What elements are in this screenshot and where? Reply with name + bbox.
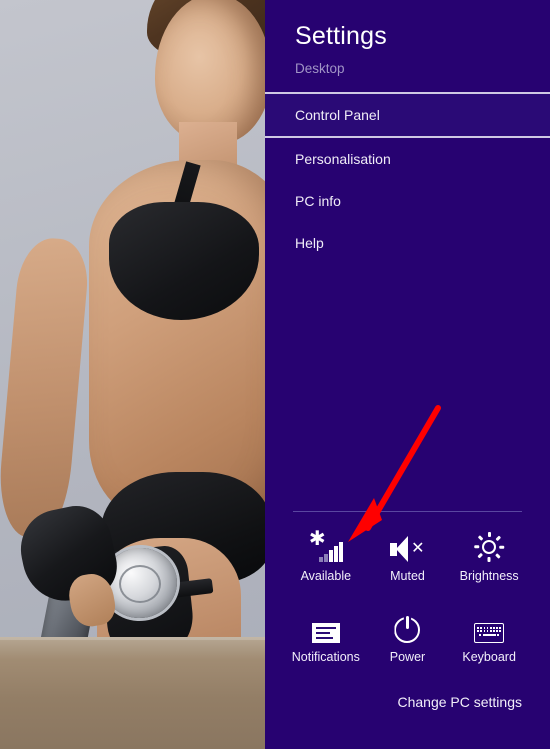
quick-action-network[interactable]: ✱ Available — [285, 528, 367, 583]
menu-item-label: Help — [295, 235, 324, 251]
sun-ray — [495, 535, 501, 541]
power-icon — [387, 609, 427, 643]
power-stem — [405, 616, 409, 629]
notifications-icon — [306, 609, 346, 643]
quick-action-brightness[interactable]: Brightness — [448, 528, 530, 583]
section-divider — [293, 511, 522, 512]
menu-item-help[interactable]: Help — [265, 222, 550, 264]
quick-action-label: Muted — [390, 569, 425, 583]
keyboard-icon — [469, 609, 509, 643]
wallpaper-figure-arm — [0, 235, 91, 541]
wallpaper-figure-disc-inner — [119, 565, 161, 603]
wallpaper-floor — [0, 637, 265, 749]
quick-action-label: Keyboard — [462, 650, 516, 664]
desktop-wallpaper — [0, 0, 265, 749]
menu-item-pc-info[interactable]: PC info — [265, 180, 550, 222]
charm-subtitle: Desktop — [295, 61, 345, 76]
quick-action-label: Notifications — [291, 650, 360, 664]
quick-action-keyboard[interactable]: Keyboard — [448, 609, 530, 664]
sun-ray — [474, 545, 480, 549]
sun-ray — [477, 535, 484, 541]
quick-action-label: Power — [389, 650, 426, 664]
settings-menu: Control Panel Personalisation PC info He… — [265, 92, 550, 264]
menu-item-label: PC info — [295, 193, 341, 209]
wifi-signal-icon: ✱ — [306, 528, 346, 562]
mute-x-glyph: ✕ — [411, 540, 425, 557]
quick-action-volume[interactable]: ✕ Muted — [367, 528, 449, 583]
menu-item-label: Control Panel — [295, 107, 380, 123]
sun-ray — [477, 553, 484, 559]
wifi-bars — [319, 542, 343, 562]
speaker-muted-icon: ✕ — [387, 528, 427, 562]
menu-item-label: Personalisation — [295, 151, 391, 167]
sun-ray — [495, 553, 501, 559]
sun-ray — [488, 557, 491, 562]
sun-ray — [488, 532, 491, 537]
page-title: Settings — [295, 22, 387, 50]
quick-action-notifications[interactable]: Notifications — [285, 609, 367, 664]
settings-charm-panel: Settings Desktop Control Panel Personali… — [265, 0, 550, 749]
speaker-cone — [396, 536, 409, 562]
quick-action-power[interactable]: Power — [367, 609, 449, 664]
brightness-sun-icon — [469, 528, 509, 562]
quick-actions-grid: ✱ Available ✕ Muted Brightness Notificat… — [265, 528, 550, 664]
sun-core — [482, 540, 497, 554]
sun-ray — [499, 545, 505, 549]
menu-item-personalisation[interactable]: Personalisation — [265, 138, 550, 180]
quick-action-label: Brightness — [459, 569, 519, 583]
quick-action-label: Available — [300, 569, 352, 583]
menu-item-control-panel[interactable]: Control Panel — [265, 92, 550, 138]
change-pc-settings-link[interactable]: Change PC settings — [397, 694, 522, 710]
